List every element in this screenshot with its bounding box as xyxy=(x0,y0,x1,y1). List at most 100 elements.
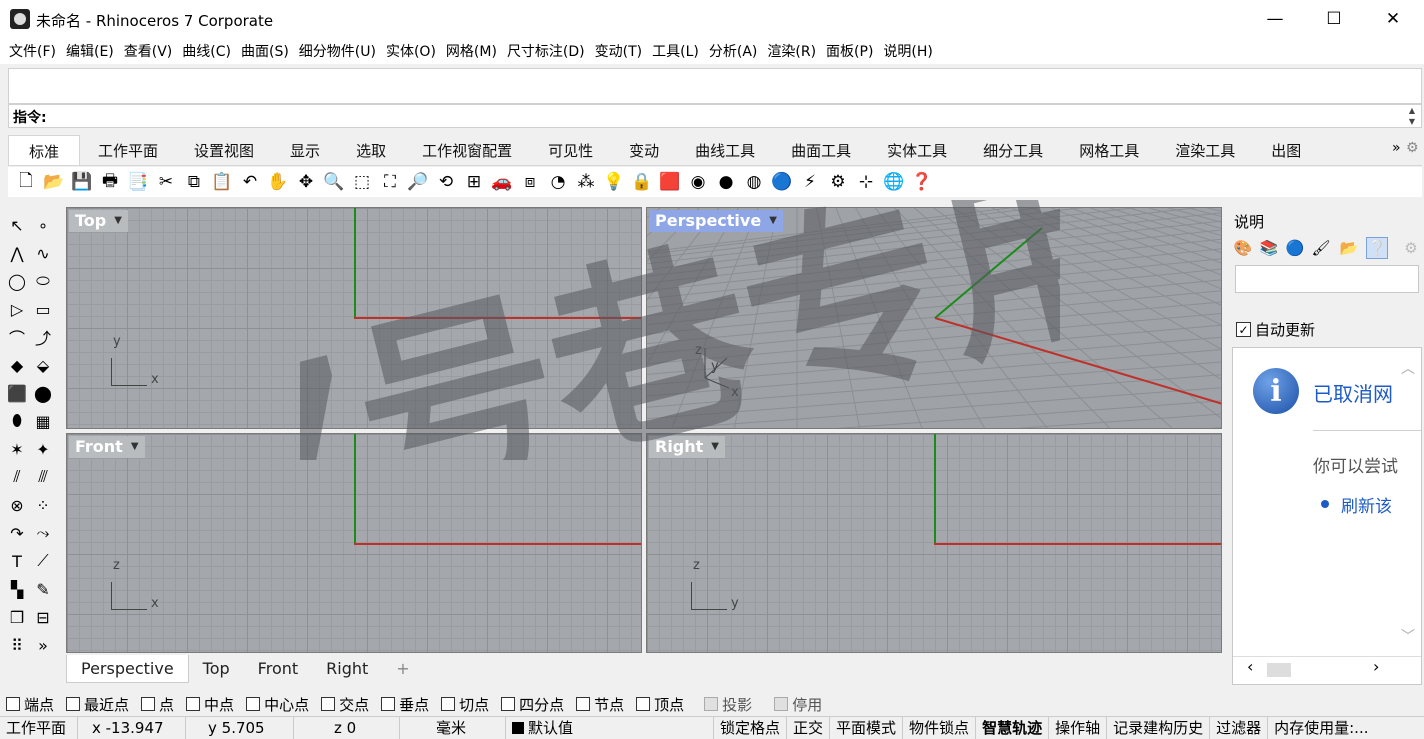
osnap-1[interactable]: 最近点 xyxy=(66,694,129,715)
tab-9[interactable]: 曲面工具 xyxy=(773,135,869,165)
car-icon[interactable]: 🚗 xyxy=(488,170,516,194)
tab-12[interactable]: 网格工具 xyxy=(1061,135,1157,165)
osnap-4[interactable]: 中心点 xyxy=(246,694,309,715)
osnap-11[interactable]: 投影 xyxy=(704,694,752,715)
lock-icon[interactable]: 🔒 xyxy=(628,170,656,194)
tab-13[interactable]: 渲染工具 xyxy=(1157,135,1253,165)
osnap-checkbox[interactable] xyxy=(381,697,396,711)
osnap-checkbox[interactable] xyxy=(6,697,20,711)
checkmark-icon[interactable]: ✓ xyxy=(1236,322,1251,337)
tab-11[interactable]: 细分工具 xyxy=(965,135,1061,165)
viewport-top[interactable]: y x Top ▼ xyxy=(66,207,642,429)
render-sphere-icon[interactable]: 🔵 xyxy=(1284,237,1306,259)
cut-icon[interactable]: ✂ xyxy=(152,170,180,194)
copy-icon[interactable]: ⧉ xyxy=(180,170,208,194)
osnap-checkbox[interactable] xyxy=(321,697,336,711)
scroll-left-icon[interactable]: ‹ xyxy=(1247,657,1253,676)
viewport-front[interactable]: z x Front ▼ xyxy=(66,433,642,653)
minimize-button[interactable]: — xyxy=(1246,0,1304,38)
polyline-icon[interactable]: ⋀ xyxy=(4,240,30,266)
osnap-toggle[interactable]: 物件锁点 xyxy=(903,716,977,739)
osnap-checkbox[interactable] xyxy=(141,697,156,711)
menu-item-6[interactable]: 实体(O) xyxy=(381,41,441,61)
group-tool-icon[interactable]: ⊗ xyxy=(4,492,30,518)
zoom-selected-icon[interactable]: 🔎 xyxy=(404,170,432,194)
menu-item-11[interactable]: 分析(A) xyxy=(704,41,763,61)
save-icon[interactable]: 💾 xyxy=(68,170,96,194)
osnap-10[interactable]: 顶点 xyxy=(636,694,684,715)
points-tool-icon[interactable]: ⁘ xyxy=(30,492,56,518)
cube-tool-icon[interactable]: ❒ xyxy=(4,604,30,630)
grid-snap-icon[interactable]: ⊹ xyxy=(852,170,880,194)
point-tool-icon[interactable]: ∘ xyxy=(30,212,56,238)
ellipse-tool-icon[interactable]: ⬭ xyxy=(30,268,56,294)
layer-icon[interactable]: ⧈ xyxy=(516,170,544,194)
tab-0[interactable]: 标准 xyxy=(8,135,81,165)
dimension-tool-icon[interactable]: ⟋ xyxy=(30,548,56,574)
curve-icon[interactable]: ∿ xyxy=(30,240,56,266)
split-tool-icon[interactable]: ⫽ xyxy=(4,464,30,490)
zoom-window-icon[interactable]: ⬚ xyxy=(348,170,376,194)
viewport-label-right[interactable]: Right ▼ xyxy=(649,436,725,458)
osnap-12[interactable]: 停用 xyxy=(774,694,822,715)
history-toggle[interactable]: 记录建构历史 xyxy=(1107,716,1211,739)
scroll-down-chevron-icon[interactable]: ﹀ xyxy=(1401,626,1415,646)
menu-item-5[interactable]: 细分物件(U) xyxy=(294,41,381,61)
help-search-input[interactable] xyxy=(1235,265,1419,293)
viewport-label-top[interactable]: Top ▼ xyxy=(69,210,128,232)
edit-tool-icon[interactable]: ✎ xyxy=(30,576,56,602)
pan-icon[interactable]: ✋ xyxy=(264,170,292,194)
fillet-tool-icon[interactable]: ⤴ xyxy=(30,324,56,350)
menu-item-10[interactable]: 工具(L) xyxy=(647,41,704,61)
osnap-7[interactable]: 切点 xyxy=(441,694,489,715)
menu-item-0[interactable]: 文件(F) xyxy=(4,41,61,61)
viewport-tab-perspective[interactable]: Perspective xyxy=(66,655,189,683)
osnap-checkbox[interactable] xyxy=(246,697,261,711)
zoom-extents-icon[interactable]: ⛶ xyxy=(376,170,404,194)
status-cplane[interactable]: 工作平面 xyxy=(0,716,78,739)
render-icon[interactable]: ⚡ xyxy=(796,170,824,194)
select-arrow-icon[interactable]: ↖ xyxy=(4,212,30,238)
viewport-perspective[interactable]: z y x Perspective ▼ xyxy=(646,207,1222,429)
menu-item-2[interactable]: 查看(V) xyxy=(119,41,178,61)
scroll-right-icon[interactable]: › xyxy=(1373,657,1379,676)
transform-tool-icon[interactable]: ✶ xyxy=(4,436,30,462)
menu-item-1[interactable]: 编辑(E) xyxy=(61,41,119,61)
tab-10[interactable]: 实体工具 xyxy=(869,135,965,165)
osnap-checkbox[interactable] xyxy=(774,697,789,711)
undo-icon[interactable]: ↶ xyxy=(236,170,264,194)
surface-tool-icon[interactable]: ◆ xyxy=(4,352,30,378)
tab-8[interactable]: 曲线工具 xyxy=(677,135,773,165)
menu-item-13[interactable]: 面板(P) xyxy=(821,41,878,61)
rotate-view-icon[interactable]: ✥ xyxy=(292,170,320,194)
text-tool-icon[interactable]: T xyxy=(4,548,30,574)
osnap-checkbox[interactable] xyxy=(501,697,516,711)
import-icon[interactable]: 📑 xyxy=(124,170,152,194)
auto-update-checkbox[interactable]: ✓ 自动更新 xyxy=(1236,319,1315,340)
osnap-9[interactable]: 节点 xyxy=(576,694,624,715)
more-tools-icon[interactable]: » xyxy=(30,632,56,658)
osnap-3[interactable]: 中点 xyxy=(186,694,234,715)
new-file-icon[interactable]: 🗋 xyxy=(12,170,40,194)
tab-5[interactable]: 工作视窗配置 xyxy=(404,135,530,165)
sphere-rendered-icon[interactable]: ◍ xyxy=(740,170,768,194)
gear-icon[interactable]: ⚙ xyxy=(824,170,852,194)
filter-toggle[interactable]: 过滤器 xyxy=(1210,716,1269,739)
planar-toggle[interactable]: 平面模式 xyxy=(830,716,904,739)
tab-6[interactable]: 可见性 xyxy=(530,135,611,165)
viewport-label-perspective[interactable]: Perspective ▼ xyxy=(649,210,783,232)
help-icon[interactable]: ❓ xyxy=(908,170,936,194)
block-tool-icon[interactable]: ▚ xyxy=(4,576,30,602)
point-icon[interactable]: ⁂ xyxy=(572,170,600,194)
osnap-5[interactable]: 交点 xyxy=(321,694,369,715)
osnap-checkbox[interactable] xyxy=(441,697,456,711)
tab-2[interactable]: 设置视图 xyxy=(176,135,272,165)
viewport-tab-front[interactable]: Front xyxy=(244,655,312,683)
maximize-button[interactable]: ☐ xyxy=(1305,0,1363,38)
osnap-checkbox[interactable] xyxy=(704,697,719,711)
open-folder-icon[interactable]: 📂 xyxy=(40,170,68,194)
material-icon[interactable]: 🟥 xyxy=(656,170,684,194)
boolean-tool-icon[interactable]: ✦ xyxy=(30,436,56,462)
osnap-2[interactable]: 点 xyxy=(141,694,174,715)
arc-tool-icon[interactable]: ⌒ xyxy=(4,324,30,350)
